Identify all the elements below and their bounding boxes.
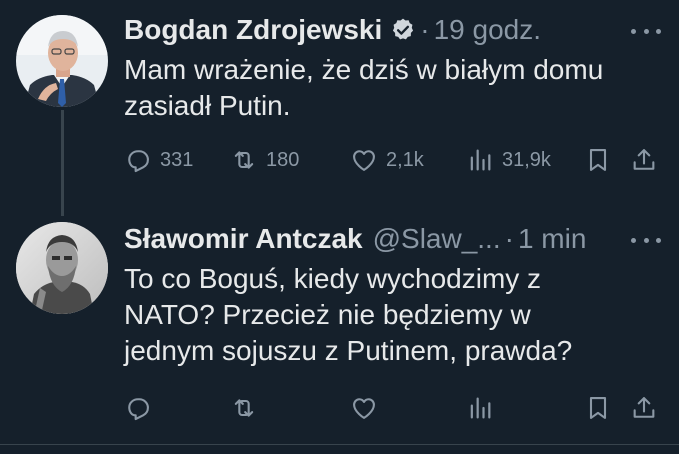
tweet-actions: [124, 388, 664, 428]
tweet-text: Mam wrażenie, że dziś w białym domu zasi…: [124, 54, 604, 121]
like-icon: [353, 150, 375, 171]
bookmark-icon: [589, 149, 607, 171]
tweet-body: Bogdan Zdrojewski · 19 godz. Mam wrażeni…: [124, 10, 663, 124]
avatar[interactable]: [16, 222, 108, 314]
author-handle[interactable]: @Slaw_...: [373, 223, 501, 255]
author-name[interactable]: Bogdan Zdrojewski: [124, 14, 382, 46]
views-count: 31,9k: [502, 148, 551, 171]
separator-dot: ·: [504, 223, 514, 254]
share-icon: [633, 149, 655, 170]
more-icon[interactable]: [631, 24, 661, 38]
reply-button[interactable]: [124, 388, 160, 428]
author-name[interactable]: Sławomir Antczak: [124, 223, 363, 255]
reply-button[interactable]: 331: [124, 140, 193, 180]
retweet-icon: [234, 399, 254, 417]
tweet-text: To co Boguś, kiedy wychodzimy z NATO? Pr…: [124, 263, 573, 366]
thread-view: Bogdan Zdrojewski · 19 godz. Mam wrażeni…: [0, 0, 679, 454]
timestamp[interactable]: 1 min: [518, 223, 586, 255]
tweet-header: Bogdan Zdrojewski · 19 godz.: [124, 10, 663, 50]
share-icon: [633, 397, 655, 418]
verified-badge-icon[interactable]: [390, 17, 416, 43]
retweet-count: 180: [266, 148, 300, 171]
tweet-body: Sławomir Antczak @Slaw_... · 1 min To co…: [124, 219, 663, 369]
views-icon: [470, 397, 491, 419]
share-button[interactable]: [630, 140, 658, 180]
divider: [0, 444, 679, 445]
bookmark-button[interactable]: [584, 140, 612, 180]
like-button[interactable]: 2,1k: [350, 140, 424, 180]
tweet[interactable]: Sławomir Antczak @Slaw_... · 1 min To co…: [0, 208, 679, 444]
thread-connector: [61, 110, 64, 216]
like-button[interactable]: [350, 388, 386, 428]
timestamp[interactable]: 19 godz.: [434, 14, 541, 46]
like-count: 2,1k: [386, 148, 424, 171]
retweet-icon: [234, 151, 254, 169]
retweet-button[interactable]: [230, 388, 266, 428]
views-button[interactable]: [466, 388, 502, 428]
views-icon: [470, 149, 491, 171]
reply-icon: [128, 398, 149, 421]
like-icon: [353, 398, 375, 419]
share-button[interactable]: [630, 388, 658, 428]
more-icon[interactable]: [631, 233, 661, 247]
views-button[interactable]: 31,9k: [466, 140, 551, 180]
bookmark-button[interactable]: [584, 388, 612, 428]
bookmark-icon: [589, 397, 607, 419]
tweet[interactable]: Bogdan Zdrojewski · 19 godz. Mam wrażeni…: [0, 0, 679, 216]
reply-count: 331: [160, 148, 194, 171]
avatar[interactable]: [16, 15, 108, 107]
reply-icon: [128, 150, 149, 173]
retweet-button[interactable]: 180: [230, 140, 299, 180]
tweet-actions: 331 180 2,1k 31,9k: [124, 140, 664, 180]
tweet-header: Sławomir Antczak @Slaw_... · 1 min: [124, 219, 663, 259]
separator-dot: ·: [420, 14, 430, 45]
